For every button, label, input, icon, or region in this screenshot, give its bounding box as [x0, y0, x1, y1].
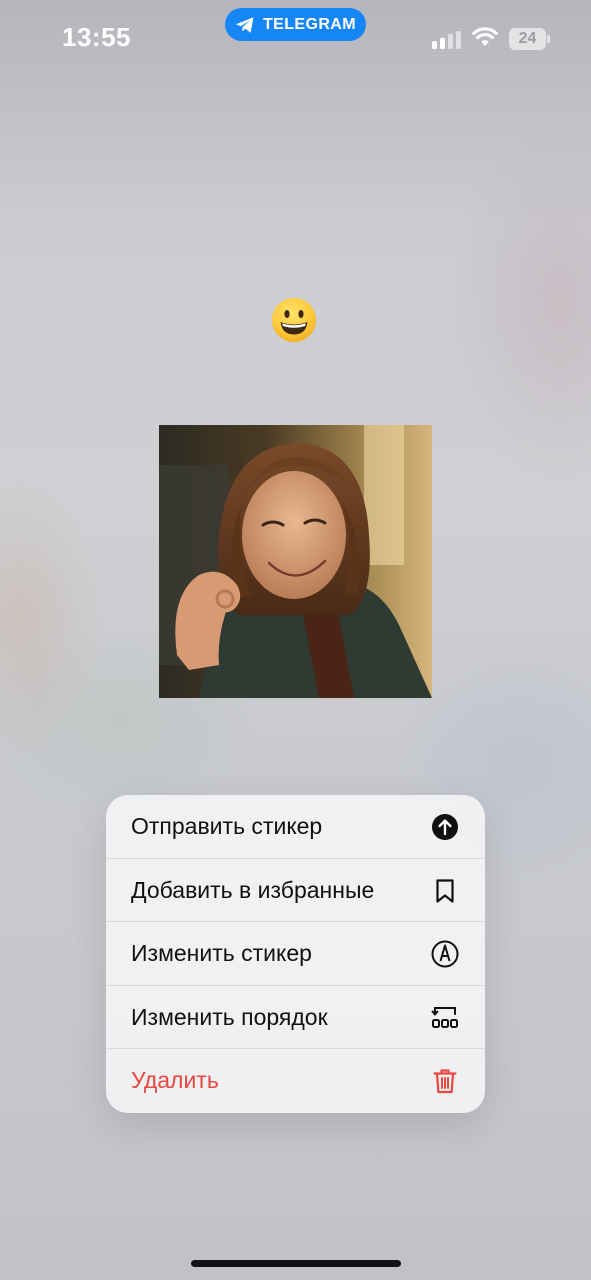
return-to-app-pill[interactable]: TELEGRAM [225, 8, 366, 41]
menu-item-label: Отправить стикер [131, 813, 323, 839]
wifi-icon [472, 27, 498, 46]
battery-icon: 24 [509, 28, 551, 50]
edit-pen-circle-icon [431, 940, 459, 968]
menu-item-label: Изменить стикер [131, 940, 312, 967]
battery-level: 24 [509, 28, 546, 50]
send-arrow-up-icon [432, 814, 458, 840]
reorder-icon [431, 1006, 458, 1028]
trash-icon [433, 1069, 457, 1094]
menu-item-label: Удалить [131, 1067, 219, 1094]
menu-item-delete[interactable]: Удалить [106, 1049, 485, 1113]
menu-item-reorder[interactable]: Изменить порядок [106, 986, 485, 1050]
battery-tip [547, 35, 550, 43]
home-indicator[interactable] [191, 1260, 401, 1267]
app-pill-label: TELEGRAM [263, 15, 356, 33]
sticker-context-menu: Отправить стикер Добавить в избранные Из… [106, 795, 485, 1113]
bookmark-icon [436, 878, 454, 903]
menu-item-edit-sticker[interactable]: Изменить стикер [106, 922, 485, 986]
menu-item-label: Добавить в избранные [131, 876, 375, 903]
sticker-image[interactable] [159, 425, 432, 698]
menu-item-add-to-favorites[interactable]: Добавить в избранные [106, 859, 485, 923]
grinning-face-emoji [272, 298, 316, 342]
menu-item-send-sticker[interactable]: Отправить стикер [106, 795, 485, 859]
cellular-signal-icon [432, 31, 461, 49]
status-bar: 13:55 TELEGRAM 24 [0, 0, 591, 80]
menu-item-label: Изменить порядок [131, 1003, 328, 1030]
status-time: 13:55 [62, 22, 131, 52]
telegram-plane-icon [235, 16, 255, 34]
